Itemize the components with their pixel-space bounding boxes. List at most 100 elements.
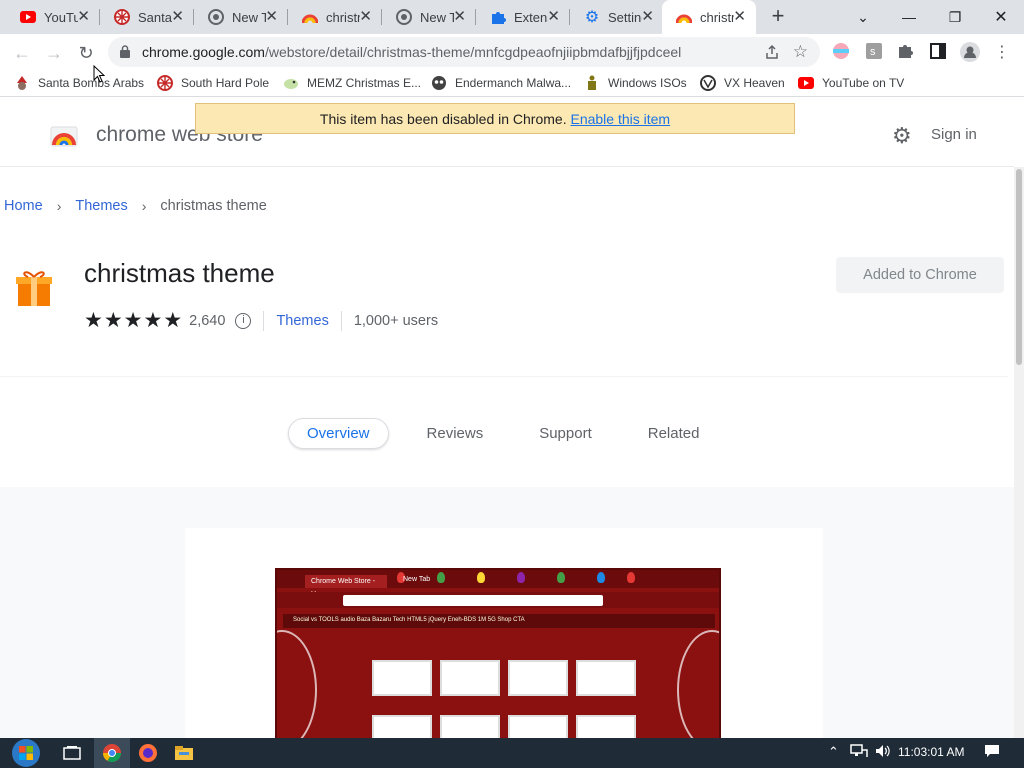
tab-reviews[interactable]: Reviews	[409, 419, 502, 448]
tab-support[interactable]: Support	[521, 419, 610, 448]
bookmark-item[interactable]: VX Heaven	[700, 75, 785, 91]
info-icon[interactable]: i	[235, 313, 252, 329]
extensions-puzzle-icon[interactable]	[897, 42, 915, 60]
item-title: christmas theme	[84, 258, 275, 288]
bookmark-item[interactable]: YouTube on TV	[798, 75, 904, 91]
scrollbar-thumb[interactable]	[1016, 169, 1022, 365]
added-to-chrome-button[interactable]: Added to Chrome	[836, 257, 1004, 293]
gear-icon[interactable]: ⚙	[892, 123, 912, 149]
chrome-taskbar-icon[interactable]	[94, 738, 130, 768]
screenshot-thumbnail	[508, 715, 568, 738]
bird-icon	[283, 75, 299, 91]
s-extension-icon[interactable]: s	[865, 42, 883, 60]
star-icon: ★	[123, 309, 143, 332]
breadcrumb-home[interactable]: Home	[4, 198, 43, 214]
close-icon[interactable]: ✕	[265, 9, 278, 25]
close-window-button[interactable]: ✕	[978, 0, 1024, 34]
tab-overview[interactable]: Overview	[288, 417, 389, 449]
chevron-right-icon: ›	[141, 198, 147, 214]
firefox-taskbar-icon[interactable]	[130, 738, 166, 768]
tab-christmas-theme-active[interactable]: christmas theme ✕	[662, 0, 756, 34]
bookmark-item[interactable]: MEMZ Christmas E...	[283, 75, 421, 91]
chevron-right-icon: ›	[56, 198, 62, 214]
light-bulb	[627, 572, 635, 583]
half-star-icon: ★	[163, 309, 183, 332]
sign-in-link[interactable]: Sign in	[931, 126, 977, 143]
swirl-decoration	[677, 630, 719, 738]
close-icon[interactable]: ✕	[77, 9, 90, 25]
light-bulb	[597, 572, 605, 583]
tab-santa[interactable]: Santa ✕	[100, 0, 194, 34]
tab-related[interactable]: Related	[630, 419, 718, 448]
user-count: 1,000+ users	[353, 313, 439, 329]
tab-youtube[interactable]: YouTube ✕	[6, 0, 100, 34]
screenshot-tab: Chrome Web Store - Hom	[305, 575, 387, 598]
minimize-button[interactable]: —	[886, 0, 932, 34]
face-icon	[431, 75, 447, 91]
volume-icon[interactable]	[875, 744, 891, 761]
screenshot-tabstrip: Chrome Web Store - Hom New Tab	[277, 570, 719, 598]
bookmark-label: MEMZ Christmas E...	[307, 76, 422, 90]
file-explorer-icon[interactable]	[166, 738, 202, 768]
screenshot-tab2: New Tab	[403, 576, 431, 583]
bookmark-label: VX Heaven	[724, 76, 785, 90]
task-view-icon[interactable]	[54, 738, 90, 768]
profile-avatar[interactable]	[960, 42, 980, 62]
tab-label: Extensions	[514, 9, 548, 25]
tab-christmas-theme-1[interactable]: christmas theme ✕	[288, 0, 382, 34]
close-icon[interactable]: ✕	[171, 9, 184, 25]
tab-newtab[interactable]: New Tab ✕	[194, 0, 288, 34]
light-bulb	[517, 572, 525, 583]
webstore-logo-icon[interactable]	[50, 121, 78, 152]
page-scrollbar[interactable]	[1014, 167, 1024, 738]
close-icon[interactable]: ✕	[453, 9, 466, 25]
taskbar: ⌃ 11:03:01 AM	[0, 738, 1024, 768]
chevron-up-icon[interactable]: ⌃	[828, 744, 839, 760]
network-icon[interactable]	[850, 744, 868, 761]
share-icon[interactable]	[764, 44, 780, 65]
clock[interactable]: 11:03:01 AM	[898, 745, 965, 759]
pride-extension-icon[interactable]	[832, 42, 850, 60]
back-button[interactable]: ←	[8, 39, 36, 67]
theme-screenshot[interactable]: Chrome Web Store - Hom New Tab Social vs…	[275, 568, 721, 738]
svg-text:s: s	[870, 46, 876, 58]
side-panel-icon[interactable]	[929, 42, 947, 60]
address-bar[interactable]: chrome.google.com/webstore/detail/christ…	[108, 37, 820, 67]
lock-icon	[120, 45, 130, 63]
bookmark-item[interactable]: Endermanch Malwa...	[431, 75, 571, 91]
snowflake-icon	[157, 75, 173, 91]
tab-search-button[interactable]: ⌄	[840, 0, 886, 34]
tab-newtab-2[interactable]: New Tab ✕	[382, 0, 476, 34]
close-icon[interactable]: ✕	[359, 9, 372, 25]
breadcrumb-themes[interactable]: Themes	[75, 198, 127, 214]
close-icon[interactable]: ✕	[641, 9, 654, 25]
category-link[interactable]: Themes	[276, 313, 328, 329]
tab-settings[interactable]: ⚙ Settings ✕	[570, 0, 664, 34]
bookmark-item[interactable]: Santa Bombs Arabs	[14, 75, 144, 91]
detail-tabs: Overview Reviews Support Related	[288, 417, 737, 449]
gift-icon	[16, 268, 52, 313]
enable-item-link[interactable]: Enable this item	[570, 111, 670, 127]
bookmark-star-icon[interactable]: ☆	[793, 42, 808, 62]
screenshot-thumbnail	[372, 715, 432, 738]
bookmark-item[interactable]: South Hard Pole	[157, 75, 269, 91]
kebab-menu-icon[interactable]: ⋮	[994, 42, 1012, 61]
rating-count[interactable]: 2,640	[189, 313, 225, 329]
bookmark-item[interactable]: Windows ISOs	[584, 75, 687, 91]
screenshot-bookmarks: Social vs TOOLS audio Baza Bazaru Tech H…	[283, 614, 715, 628]
new-tab-button[interactable]: +	[766, 5, 790, 29]
mouse-cursor-icon	[93, 64, 106, 88]
maximize-button[interactable]: ❐	[932, 0, 978, 34]
bookmark-label: Windows ISOs	[608, 76, 687, 90]
tab-label: Settings	[608, 9, 642, 25]
start-button[interactable]	[6, 738, 46, 768]
screenshot-thumbnail	[440, 660, 500, 696]
notification-icon[interactable]	[984, 744, 1000, 761]
close-icon[interactable]: ✕	[733, 9, 746, 25]
reload-button[interactable]: ↻	[72, 39, 100, 67]
tab-extensions[interactable]: Extensions ✕	[476, 0, 570, 34]
chrome-icon	[396, 9, 412, 25]
close-icon[interactable]: ✕	[547, 9, 560, 25]
puzzle-icon	[490, 9, 506, 25]
forward-button[interactable]: →	[40, 39, 68, 67]
